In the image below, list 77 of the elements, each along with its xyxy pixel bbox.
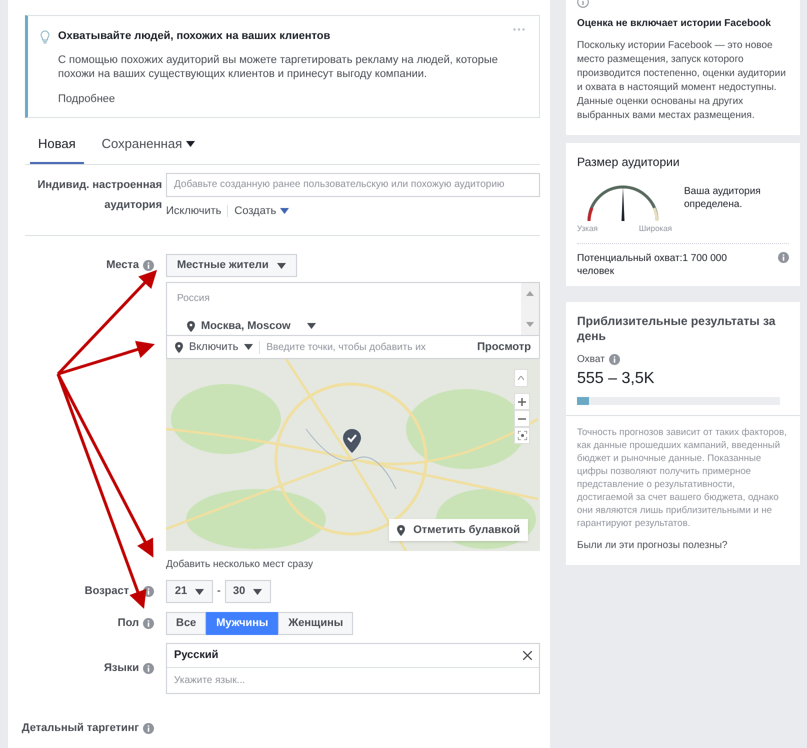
gender-option[interactable]: Женщины <box>278 612 354 635</box>
pin-icon <box>397 524 406 536</box>
language-field[interactable]: Русский Укажите язык... <box>166 643 540 694</box>
caret-icon <box>306 322 316 329</box>
language-name: Русский <box>174 648 218 664</box>
country-label: Россия <box>177 292 211 306</box>
info-icon <box>143 722 154 734</box>
info-icon <box>608 354 620 365</box>
wide-label: Широкая <box>638 223 672 235</box>
map-placeholder[interactable]: Отметить булавкой <box>166 359 540 551</box>
gender-option[interactable]: Мужчины <box>206 612 278 635</box>
field-label: Места <box>106 258 139 274</box>
drop-pin-button[interactable]: Отметить булавкой <box>389 519 528 541</box>
map-collapse-button[interactable] <box>514 369 528 387</box>
create-button[interactable]: Создать <box>234 202 290 219</box>
reach-value: 555 – 3,5K <box>577 369 656 389</box>
include-dropdown[interactable]: Включить <box>175 338 254 356</box>
zoom-in-button[interactable] <box>514 393 530 410</box>
caret-icon <box>244 344 254 350</box>
scrollbar[interactable] <box>521 283 539 335</box>
age-to-dropdown[interactable]: 30 <box>224 580 271 603</box>
location-search-bar[interactable]: Включить Введите точки, чтобы добавить их Просмотр <box>166 336 540 359</box>
browse-button[interactable]: Просмотр <box>477 338 531 356</box>
info-icon <box>778 252 789 263</box>
places-dropdown[interactable]: Местные жители <box>166 254 297 277</box>
lightbulb-icon <box>40 30 50 44</box>
location-name[interactable]: Москва, Moscow <box>201 318 291 334</box>
notice-text: Поскольку истории Facebook — это новое место размещения, запуск которого производится постепенно, оценки аудитории и охвата в настоящий момент недоступны. Данные оценки основаны на других выбранных вами местах размещения. <box>577 39 787 123</box>
potential-reach: Потенциальный охват:1 700 000 человек <box>577 252 728 278</box>
tab[interactable]: Новая <box>30 126 84 164</box>
audience-input-field[interactable]: Добавьте созданную ранее пользовательскую или похожую аудиторию <box>166 172 540 196</box>
pin-icon <box>187 320 195 332</box>
minus-icon <box>518 418 526 420</box>
field-label: Детальный таргетинг <box>22 721 139 736</box>
age-separator: - <box>217 584 221 600</box>
field-label: Пол <box>118 616 139 632</box>
tip-title: Охватывайте людей, похожих на ваших клиентов <box>58 29 330 44</box>
age-from-dropdown[interactable]: 21 <box>166 580 213 603</box>
card-title: Размер аудитории <box>577 154 681 171</box>
narrow-label: Узкая <box>577 223 598 235</box>
gender-option[interactable]: Все <box>166 612 206 635</box>
fit-view-button[interactable] <box>514 427 530 444</box>
learn-more-link[interactable]: Подробнее <box>58 90 116 107</box>
feedback-link[interactable]: Были ли эти прогнозы полезны? <box>577 538 728 553</box>
more-icon[interactable] <box>513 28 525 31</box>
info-icon <box>143 663 154 674</box>
info-icon <box>143 618 154 629</box>
plus-icon <box>518 398 526 406</box>
scroll-down-icon[interactable] <box>526 322 534 327</box>
caret-icon <box>280 208 290 214</box>
close-icon[interactable] <box>523 651 532 660</box>
scroll-up-icon[interactable] <box>526 291 534 296</box>
location-marker-icon <box>343 429 361 453</box>
chevron-up-icon <box>518 376 524 380</box>
exclude-link[interactable]: Исключить <box>166 202 222 219</box>
tip-text: С помощью похожих аудиторий вы можете таргетировать рекламу на людей, которые похожи на ваших существующих клиентов и принесут выгоду компании. <box>58 52 499 80</box>
language-input[interactable]: Укажите язык... <box>167 668 539 693</box>
card-title: Приблизительные результаты за день <box>577 314 776 344</box>
info-icon <box>143 260 154 271</box>
pin-icon <box>175 342 183 352</box>
audience-status: Ваша аудитория определена. <box>684 185 762 212</box>
field-label: Возраст <box>84 584 129 600</box>
info-icon <box>143 586 154 597</box>
caret-icon <box>195 588 204 594</box>
caret-icon <box>276 262 286 268</box>
tab[interactable]: Сохраненная <box>94 126 204 164</box>
disclaimer-text: Точность прогнозов зависит от таких факторов, как данные прошедших кампаний, введенный бюджет и рыночные данные. Показанные цифры позволяют получить примерное представление о результативности, достигаемой за счет вашего бюджета, однако они являются лишь приблизительными и не гарантируют результатов. <box>577 426 788 530</box>
notice-title: Оценка не включает истории Facebook <box>577 17 772 31</box>
field-label: Индивид. настроенная аудитория <box>36 178 162 212</box>
location-search-input[interactable]: Введите точки, чтобы добавить их <box>266 340 472 354</box>
bulk-add-link[interactable]: Добавить несколько мест сразу <box>166 557 314 572</box>
metric-label: Охват <box>577 353 605 367</box>
field-label: Языки <box>104 661 139 676</box>
caret-icon <box>186 140 196 147</box>
focus-icon <box>518 431 526 440</box>
zoom-out-button[interactable] <box>514 410 530 427</box>
caret-icon <box>253 588 262 594</box>
